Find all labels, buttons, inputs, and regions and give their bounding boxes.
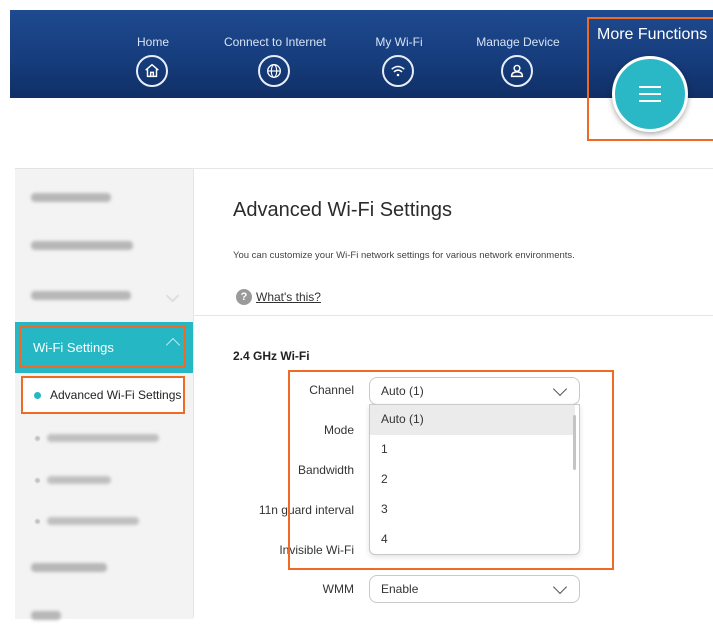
sidebar-item-blurred[interactable] xyxy=(15,553,193,583)
blurred-text xyxy=(31,193,111,202)
bullet-icon xyxy=(35,519,40,524)
home-icon xyxy=(136,55,168,87)
chevron-down-icon xyxy=(166,289,179,302)
blurred-text xyxy=(31,291,131,300)
wmm-select[interactable]: Enable xyxy=(369,575,580,603)
sidebar-item-blurred[interactable] xyxy=(15,601,193,631)
nav-mywifi-label: My Wi-Fi xyxy=(375,35,423,49)
channel-highlight xyxy=(288,370,614,570)
active-dot-icon xyxy=(34,392,41,399)
chevron-down-icon xyxy=(552,579,568,595)
sidebar-subitem-blurred[interactable] xyxy=(15,507,193,535)
page-description: You can customize your Wi-Fi network set… xyxy=(233,250,575,261)
help-icon[interactable]: ? xyxy=(236,289,252,305)
blurred-text xyxy=(47,476,111,484)
bullet-icon xyxy=(35,478,40,483)
blurred-text xyxy=(47,517,139,525)
content-top-border xyxy=(193,168,713,169)
sidebar-subitem-advanced-label: Advanced Wi-Fi Settings xyxy=(50,388,182,402)
sidebar-item-blurred[interactable] xyxy=(15,231,193,261)
wmm-label: WMM xyxy=(322,582,354,596)
user-icon xyxy=(501,55,533,87)
blurred-text xyxy=(47,434,159,442)
section-divider xyxy=(194,315,713,316)
sidebar-subitem-blurred[interactable] xyxy=(15,466,193,494)
sidebar-item-blurred[interactable] xyxy=(15,281,193,311)
nav-manage-label: Manage Device xyxy=(476,35,560,49)
wmm-select-value: Enable xyxy=(381,582,419,596)
sidebar-item-wifi-settings-label: Wi-Fi Settings xyxy=(33,340,114,355)
nav-connect-label: Connect to Internet xyxy=(223,35,327,49)
section-title-2-4ghz: 2.4 GHz Wi-Fi xyxy=(233,349,310,363)
sidebar-item-blurred[interactable] xyxy=(15,183,193,213)
bullet-icon xyxy=(35,436,40,441)
nav-home-label: Home xyxy=(136,35,169,49)
whats-this-link[interactable]: What's this? xyxy=(256,290,321,304)
wifi-icon xyxy=(382,55,414,87)
sidebar-subitem-blurred[interactable] xyxy=(15,424,193,452)
blurred-text xyxy=(31,611,61,620)
more-functions-label: More Functions xyxy=(597,26,708,43)
page-title: Advanced Wi-Fi Settings xyxy=(233,199,452,221)
blurred-text xyxy=(31,241,133,250)
hamburger-menu-icon[interactable] xyxy=(612,56,688,132)
blurred-text xyxy=(31,563,107,572)
globe-icon xyxy=(258,55,290,87)
